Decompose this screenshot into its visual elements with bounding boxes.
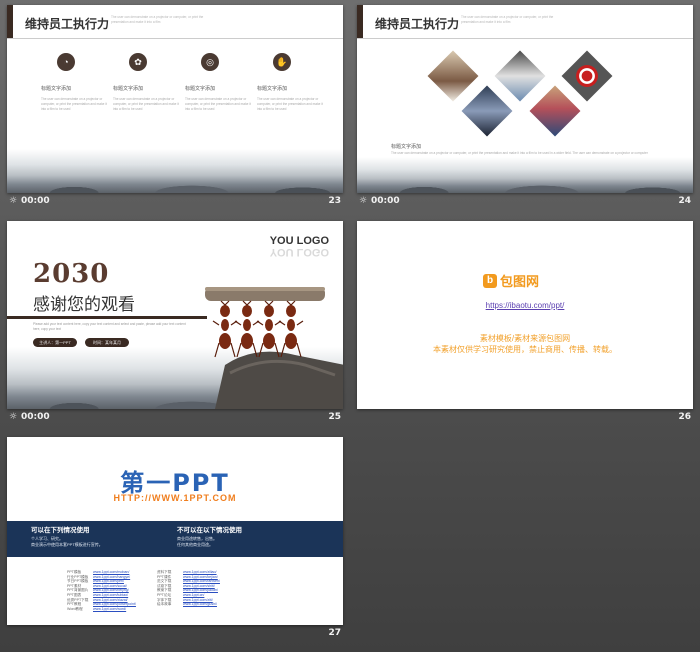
clock-icon: ☼ xyxy=(359,196,368,206)
usage-terms-bar: 可以在下列情况使用 个人学习、研究。 商业演示中使用本套PPT模板进行宣传。 不… xyxy=(7,521,343,557)
logo-reflection: YOU LOGO xyxy=(269,246,329,258)
presenter-pill: 主讲人：第一PPT xyxy=(33,338,77,347)
baotu-logo-icon: b xyxy=(483,273,497,288)
slide-timing: 00:00 xyxy=(21,412,50,422)
slide-meta: 26 xyxy=(357,412,693,426)
forbidden-item: 任何其他商业用途。 xyxy=(177,542,213,547)
slide-number: 27 xyxy=(328,628,341,638)
slide-meta: ☼ 00:00 24 xyxy=(357,196,693,210)
slide-subtitle: The user can demonstrate on a projector … xyxy=(461,15,554,24)
caption-desc: The user can demonstrate on a projector … xyxy=(391,151,648,155)
allowed-title: 可以在下列情况使用 xyxy=(31,527,90,534)
people-icon: ✿ xyxy=(129,53,147,71)
slide-meta: 27 xyxy=(7,628,343,642)
feature-title: 标题文字添加 xyxy=(41,86,72,92)
resource-link[interactable]: www.1ppt.com/word/ xyxy=(93,607,126,612)
clock-icon: ☼ xyxy=(9,412,18,422)
source-note: 素材模板/素材来源包图网 xyxy=(479,334,571,343)
photo-diamond-1 xyxy=(427,50,479,102)
handshake-icon: ✋ xyxy=(273,53,291,71)
closing-desc: Please add your text content here, copy … xyxy=(33,322,186,331)
thanks-heading: 感谢您的观看 xyxy=(33,295,135,315)
feature-title: 标题文字添加 xyxy=(113,86,144,92)
slide-canvas: 维持员工执行力 The user can demonstrate on a pr… xyxy=(357,5,693,193)
feature-desc: The user can demonstrate on a projector … xyxy=(113,97,179,111)
mountain-landscape-image xyxy=(7,149,343,193)
slide-thumbnail-23[interactable]: 维持员工执行力 The user can demonstrate on a pr… xyxy=(7,5,343,206)
resource-link-row: Word教程 www.1ppt.com/word/ xyxy=(67,607,136,612)
header-accent-bar xyxy=(357,5,363,39)
brand-name: 包图网 xyxy=(500,274,540,289)
year-heading: 2030 xyxy=(33,259,110,289)
date-pill: 时间：某年某月 xyxy=(85,338,129,347)
resource-link-label: Word教程 xyxy=(67,606,83,611)
resource-link[interactable]: www.1ppt.com/gushi/ xyxy=(183,602,217,607)
slide-number: 24 xyxy=(678,196,691,206)
allowed-usage: 可以在下列情况使用 个人学习、研究。 商业演示中使用本套PPT模板进行宣传。 xyxy=(31,524,103,548)
feature-item-2: ✿ 标题文字添加 The user can demonstrate on a p… xyxy=(113,53,183,112)
resource-links-right: 资料下载 www.1ppt.com/ziliao/PPT课件 www.1ppt.co… xyxy=(157,570,220,607)
caption-title: 标题文字添加 xyxy=(391,144,422,150)
slide-thumbnail-27[interactable]: 第一PPT HTTP://WWW.1PPT.COM 可以在下列情况使用 个人学习… xyxy=(7,437,343,638)
slide-header: 维持员工执行力 The user can demonstrate on a pr… xyxy=(7,5,343,39)
usage-note: 本素材仅供学习研究使用，禁止商用、传播、转载。 xyxy=(433,345,617,354)
slide-title: 维持员工执行力 xyxy=(375,17,460,31)
slide-canvas: b 包图网 https://ibaotu.com/ppt/ 素材模板/素材来源包… xyxy=(357,221,693,409)
slide-number: 26 xyxy=(678,412,691,422)
slide-thumbnail-26[interactable]: b 包图网 https://ibaotu.com/ppt/ 素材模板/素材来源包… xyxy=(357,221,693,422)
clock-icon: ☼ xyxy=(9,196,18,206)
feature-title: 标题文字添加 xyxy=(185,86,216,92)
feature-desc: The user can demonstrate on a projector … xyxy=(257,97,323,111)
slide-meta: ☼ 00:00 25 xyxy=(7,412,343,426)
feature-title: 标题文字添加 xyxy=(257,86,288,92)
ppt-site-url: HTTP://WWW.1PPT.COM xyxy=(113,493,237,503)
forbidden-usage: 不可以在以下情况使用 商业用途转售，出售。 任何其他商业用途。 xyxy=(177,524,242,548)
slide-thumbnail-24[interactable]: 维持员工执行力 The user can demonstrate on a pr… xyxy=(357,5,693,206)
slide-meta: ☼ 00:00 23 xyxy=(7,196,343,210)
header-accent-bar xyxy=(7,5,13,39)
feature-item-1: ◔ 标题文字添加 The user can demonstrate on a p… xyxy=(41,53,111,112)
photo-diamond-2 xyxy=(494,50,546,102)
feature-item-4: ✋ 标题文字添加 The user can demonstrate on a p… xyxy=(257,53,327,112)
chart-icon: ◔ xyxy=(57,53,75,71)
mountain-landscape-image xyxy=(357,157,693,193)
slide-canvas: YOU LOGO YOU LOGO 2030 感谢您的观看 Please add… xyxy=(7,221,343,409)
photo-diamond-5 xyxy=(529,85,581,137)
slide-thumbnail-25[interactable]: YOU LOGO YOU LOGO 2030 感谢您的观看 Please add… xyxy=(7,221,343,422)
source-link[interactable]: https://ibaotu.com/ppt/ xyxy=(357,301,693,310)
forbidden-title: 不可以在以下情况使用 xyxy=(177,527,242,534)
accent-band xyxy=(7,316,207,319)
resource-link-label: 绘本故事 xyxy=(157,602,172,607)
slide-number: 25 xyxy=(328,412,341,422)
resource-links-left: PPT模板 www.1ppt.com/moban/行业PPT模板 www.1ppt.… xyxy=(67,570,136,611)
slide-timing: 00:00 xyxy=(371,196,400,206)
photo-diamond-4 xyxy=(461,85,513,137)
feature-item-3: ◎ 标题文字添加 The user can demonstrate on a p… xyxy=(185,53,255,112)
allowed-item: 商业演示中使用本套PPT模板进行宣传。 xyxy=(31,542,103,547)
feature-desc: The user can demonstrate on a projector … xyxy=(185,97,251,111)
slide-title: 维持员工执行力 xyxy=(25,17,110,31)
slide-timing: 00:00 xyxy=(21,196,50,206)
slide-subtitle: The user can demonstrate on a projector … xyxy=(111,15,204,24)
slide-canvas: 第一PPT HTTP://WWW.1PPT.COM 可以在下列情况使用 个人学习… xyxy=(7,437,343,625)
header-divider xyxy=(357,38,693,39)
feature-desc: The user can demonstrate on a projector … xyxy=(41,97,107,111)
header-divider xyxy=(7,38,343,39)
slide-header: 维持员工执行力 The user can demonstrate on a pr… xyxy=(357,5,693,39)
brand-logo: b 包图网 xyxy=(483,271,539,290)
photo-diamond-3 xyxy=(561,50,613,102)
resource-link-row: 绘本故事 www.1ppt.com/gushi/ xyxy=(157,602,220,607)
ants-on-rock-image xyxy=(205,287,343,409)
slide-canvas: 维持员工执行力 The user can demonstrate on a pr… xyxy=(7,5,343,193)
target-icon: ◎ xyxy=(201,53,219,71)
slide-number: 23 xyxy=(328,196,341,206)
